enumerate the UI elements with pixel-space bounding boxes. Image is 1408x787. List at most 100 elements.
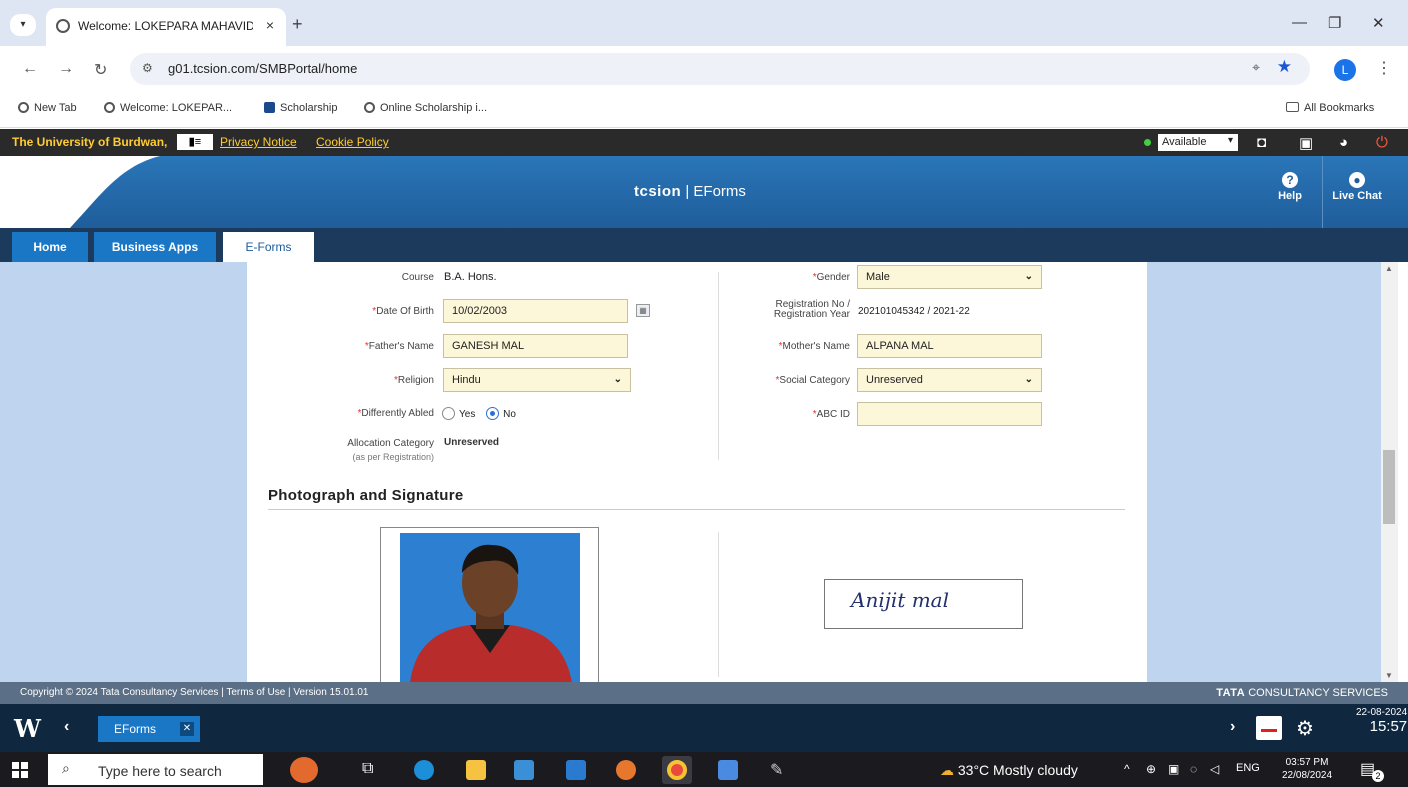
tab-close-button[interactable]: × [266,17,274,33]
system-clock[interactable]: 03:57 PM 22/08/2024 [1282,756,1332,782]
language-indicator[interactable]: ENG [1236,762,1260,774]
bookmark-star-icon[interactable]: ★ [1277,57,1292,77]
chrome-icon[interactable] [662,756,692,784]
scroll-thumb[interactable] [1383,450,1395,524]
id-card-icon[interactable]: ▮≡ [177,134,213,150]
forward-icon[interactable]: → [58,60,74,78]
photo-divider [718,532,719,677]
privacy-notice-link[interactable]: Privacy Notice [220,135,297,149]
edge-icon[interactable] [414,760,434,780]
banner-wave-graphic [0,156,160,228]
tab-home[interactable]: Home [12,232,88,262]
menu-kebab-icon[interactable]: ⋮ [1376,58,1392,78]
page-footer: Copyright © 2024 Tata Consultancy Servic… [0,682,1408,704]
chevron-left-icon[interactable]: ‹ [64,718,69,736]
chat-bubble-icon: ● [1349,172,1365,188]
w-logo-icon[interactable]: W [14,714,44,743]
bookmark-scholarship[interactable]: Scholarship [264,102,337,114]
store-icon[interactable] [514,760,534,780]
student-photo [400,533,580,682]
location-icon[interactable]: ⌖ [1252,59,1260,76]
help-button[interactable]: ? Help [1260,172,1320,202]
abc-id-input[interactable] [857,402,1042,426]
question-icon: ? [1282,172,1298,188]
bookmarks-bar: New Tab Welcome: LOKEPAR... Scholarship … [0,92,1408,128]
gender-select[interactable]: Male ⌄ [857,265,1042,289]
eforms-task-tab[interactable]: EForms ✕ [98,716,200,742]
status-dot-icon [1144,139,1151,146]
scroll-down-icon[interactable]: ▼ [1385,671,1393,680]
mail-icon[interactable] [566,760,586,780]
app-clock: 22-08-2024 15:57 [1356,707,1408,735]
mother-name-label: *Mother's Name [778,341,850,352]
file-explorer-icon[interactable] [466,760,486,780]
task-view-icon[interactable]: ⧉ [362,760,373,778]
power-icon[interactable]: ⏻ [1376,134,1388,151]
firefox-icon[interactable] [616,760,636,780]
tab-e-forms[interactable]: E-Forms [223,232,314,262]
url-text[interactable]: g01.tcsion.com/SMBPortal/home [168,61,357,76]
notification-globe-icon[interactable]: ◕ [1339,134,1348,151]
brand-logo: tcsion | EForms [634,183,746,200]
screen-icon[interactable]: ▣ [1299,134,1313,152]
taskbar-search-box[interactable]: ⌕ Type here to search [48,754,263,785]
folder-icon [1286,102,1299,112]
chevron-right-icon[interactable]: › [1230,718,1235,736]
all-bookmarks[interactable]: All Bookmarks [1286,102,1374,114]
back-icon[interactable]: ← [22,60,38,78]
tab-search-dropdown[interactable]: ▾ [10,14,36,36]
mother-name-input[interactable]: ALPANA MAL [857,334,1042,358]
radio-no[interactable] [486,407,500,420]
close-window-button[interactable]: ✕ [1372,14,1385,32]
copyright-text: Copyright © 2024 Tata Consultancy Servic… [20,687,369,698]
url-bar[interactable]: ⚙ g01.tcsion.com/SMBPortal/home ⌖ ★ [130,53,1310,85]
cortana-icon[interactable] [290,757,318,783]
tab-business-apps[interactable]: Business Apps [94,232,216,262]
close-icon[interactable]: ✕ [180,722,194,736]
section-divider [268,509,1125,510]
cookie-policy-link[interactable]: Cookie Policy [316,135,389,149]
left-panel [0,262,247,682]
weather-widget[interactable]: ☁ 33°C Mostly cloudy [940,762,1078,779]
tray-chevron-icon[interactable]: ^ [1124,762,1130,776]
search-icon: ⌕ [62,760,70,776]
settings-gears-icon[interactable]: ⚙ [1296,716,1314,741]
minimize-button[interactable]: — [1292,14,1307,31]
app-tab-bar: Home Business Apps E-Forms [0,228,1408,262]
reload-icon[interactable]: ↻ [94,60,107,80]
father-name-input[interactable]: GANESH MAL [443,334,628,358]
vertical-scrollbar[interactable]: ▲ ▼ [1381,262,1398,682]
chevron-down-icon: ⌄ [1024,374,1033,385]
university-name: The University of Burdwan, [12,135,168,149]
column-divider [718,272,719,460]
site-info-icon[interactable]: ⚙ [142,61,153,75]
dob-input[interactable]: 10/02/2003 [443,299,628,323]
tray-app-icon[interactable]: ⊕ [1146,762,1156,776]
browser-tab-active[interactable]: Welcome: LOKEPARA MAHAVID × [46,8,286,46]
paint-icon[interactable]: ✎ [770,760,783,780]
new-tab-button[interactable]: + [292,14,303,35]
radio-yes[interactable] [442,407,455,420]
live-chat-button[interactable]: ● Live Chat [1327,172,1387,202]
calendar-icon[interactable]: ▦ [636,304,650,317]
wifi-icon[interactable]: ◌ [1190,762,1197,776]
bookmark-welcome[interactable]: Welcome: LOKEPAR... [104,102,232,114]
bookmark-online-scholarship[interactable]: Online Scholarship i... [364,102,487,114]
scholarship-icon [264,102,275,113]
volume-icon[interactable]: ◁ [1210,762,1219,776]
religion-select[interactable]: Hindu ⌄ [443,368,631,392]
tray-monitor-icon[interactable]: ▣ [1168,762,1179,776]
availability-value[interactable]: Available [1158,134,1238,151]
chat-icon[interactable] [1256,716,1282,740]
differently-abled-radio-group: Yes No [436,407,516,420]
social-category-select[interactable]: Unreserved ⌄ [857,368,1042,392]
restore-button[interactable]: ❐ [1328,14,1341,32]
section-title: Photograph and Signature [268,487,464,504]
scroll-up-icon[interactable]: ▲ [1385,264,1393,273]
calculator-icon[interactable] [718,760,738,780]
profile-avatar[interactable]: L [1334,59,1356,81]
windows-start-icon[interactable] [12,762,28,778]
bookmark-new-tab[interactable]: New Tab [18,102,77,114]
camera-icon[interactable]: ◘ [1257,134,1266,151]
divider [1322,156,1323,228]
